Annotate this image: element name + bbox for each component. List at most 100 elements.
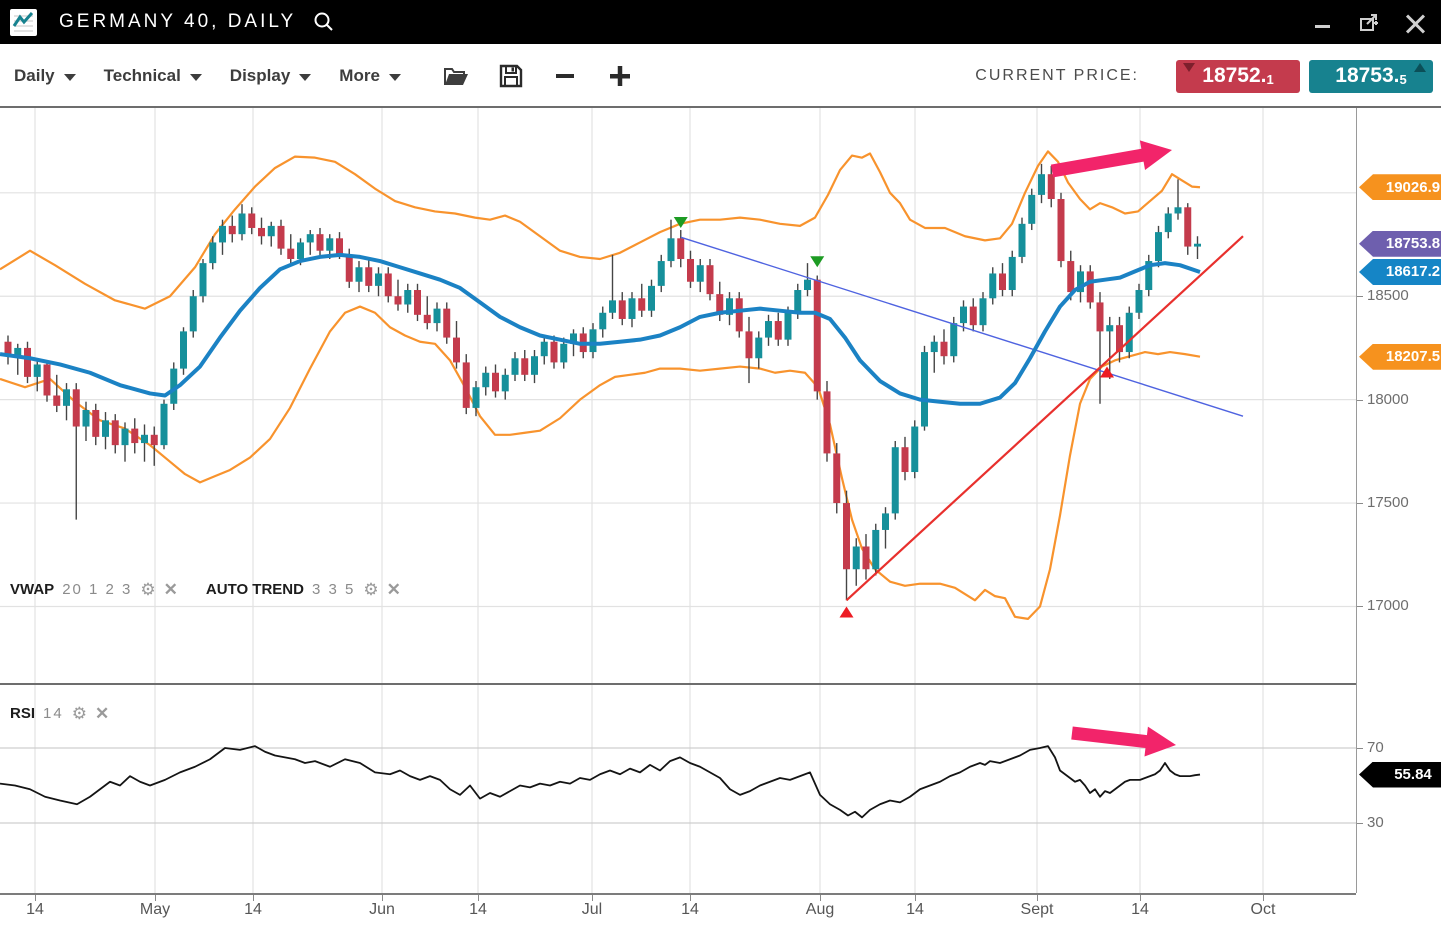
open-folder-icon[interactable] (443, 65, 469, 87)
annotation-arrow-rsi (1070, 718, 1177, 760)
autotrend-remove-icon[interactable]: ✕ (387, 581, 401, 598)
save-icon[interactable] (499, 64, 523, 88)
more-label: More (339, 66, 380, 86)
candle-body (707, 265, 714, 294)
window-title: GERMANY 40, DAILY (59, 11, 296, 33)
candle-body (53, 396, 60, 406)
candle-body (385, 273, 392, 296)
candle-body (902, 447, 909, 472)
candle-body (921, 352, 928, 426)
time-tick-label: 14 (1131, 901, 1149, 919)
minimize-icon[interactable] (1313, 12, 1333, 32)
sell-price-button[interactable]: 18752.1 (1176, 60, 1300, 93)
rsi-tick (1357, 823, 1363, 824)
candle-body (404, 290, 411, 304)
candle-body (365, 267, 372, 286)
candle-body (414, 290, 421, 315)
autotrend-indicator-label: AUTO TREND (206, 581, 304, 598)
candle-body (697, 265, 704, 282)
rsi-remove-icon[interactable]: ✕ (95, 705, 109, 722)
candle-body (24, 348, 31, 377)
candle-body (1175, 207, 1182, 213)
candle-body (677, 238, 684, 259)
candle-body (1155, 232, 1162, 261)
rsi-tick-label: 70 (1367, 739, 1384, 756)
time-tick-label: May (140, 901, 170, 919)
display-label: Display (230, 66, 290, 86)
autotrend-settings-gear-icon[interactable]: ⚙ (363, 581, 378, 598)
more-dropdown[interactable]: More (339, 66, 401, 86)
candle-body (229, 226, 236, 234)
candle-body (180, 331, 187, 368)
price-axis: 18500180001750017000703019026.918753.818… (1356, 108, 1441, 893)
time-tick-label: Sept (1021, 901, 1054, 919)
rsi-line (0, 746, 1200, 817)
candle-body (765, 321, 772, 338)
rsi-panel[interactable] (0, 683, 1356, 893)
price-tick-label: 17000 (1367, 597, 1409, 614)
price-tag: 18207.5 (1359, 344, 1441, 370)
candle-body (131, 429, 138, 443)
time-tick-label: 14 (244, 901, 262, 919)
candle-body (824, 391, 831, 453)
candle-body (258, 228, 265, 236)
candle-body (687, 259, 694, 282)
close-icon[interactable] (1405, 12, 1425, 32)
candle-body (668, 238, 675, 261)
vwap-settings-gear-icon[interactable]: ⚙ (140, 581, 155, 598)
zoom-out-icon[interactable] (553, 64, 577, 88)
rsi-tick-label: 30 (1367, 814, 1384, 831)
candle-body (804, 280, 811, 290)
price-tag: 18617.2 (1359, 259, 1441, 285)
candle-body (317, 234, 324, 251)
candle-body (638, 298, 645, 310)
timeframe-label: Daily (14, 66, 55, 86)
caret-down-icon (190, 74, 202, 81)
candle-body (541, 342, 548, 356)
candle-body (989, 273, 996, 298)
buy-price-main: 18753. (1335, 64, 1399, 88)
candle-body (1067, 261, 1074, 292)
candle-body (1087, 271, 1094, 302)
time-tick-label: Jul (582, 901, 602, 919)
time-tick-label: 14 (469, 901, 487, 919)
popout-icon[interactable] (1359, 12, 1379, 32)
candle-body (307, 234, 314, 242)
price-tag: 18753.8 (1359, 231, 1441, 257)
candle-body (512, 358, 519, 375)
caret-down-icon (299, 74, 311, 81)
candle-body (336, 238, 343, 255)
candle-body (92, 410, 99, 437)
candle-body (551, 342, 558, 363)
rsi-settings-gear-icon[interactable]: ⚙ (72, 705, 87, 722)
caret-down-icon (64, 74, 76, 81)
caret-down-icon (389, 74, 401, 81)
candle-body (843, 503, 850, 569)
buy-price-button[interactable]: 18753.5 (1309, 60, 1433, 93)
trading-app-window: GERMANY 40, DAILY Daily (0, 0, 1441, 925)
timeframe-dropdown[interactable]: Daily (14, 66, 76, 86)
candle-body (34, 364, 41, 376)
candle-body (443, 309, 450, 338)
candle-body (278, 226, 285, 249)
candle-body (1136, 290, 1143, 313)
candle-body (200, 263, 207, 296)
candle-body (1165, 213, 1172, 232)
trendline-ascending[interactable] (847, 236, 1244, 600)
price-tick-label: 17500 (1367, 494, 1409, 511)
candle-body (44, 364, 51, 395)
search-icon[interactable] (312, 10, 336, 34)
display-dropdown[interactable]: Display (230, 66, 311, 86)
vwap-remove-icon[interactable]: ✕ (164, 581, 178, 598)
candle-body (950, 323, 957, 356)
candle-body (356, 267, 363, 281)
time-tick-label: 14 (26, 901, 44, 919)
zoom-in-icon[interactable] (607, 63, 633, 89)
window-controls (1313, 12, 1425, 32)
candle-body (326, 238, 333, 250)
candle-body (1126, 313, 1133, 352)
candle-body (941, 342, 948, 356)
titlebar: GERMANY 40, DAILY (0, 0, 1441, 44)
technical-dropdown[interactable]: Technical (104, 66, 202, 86)
candle-body (482, 373, 489, 387)
